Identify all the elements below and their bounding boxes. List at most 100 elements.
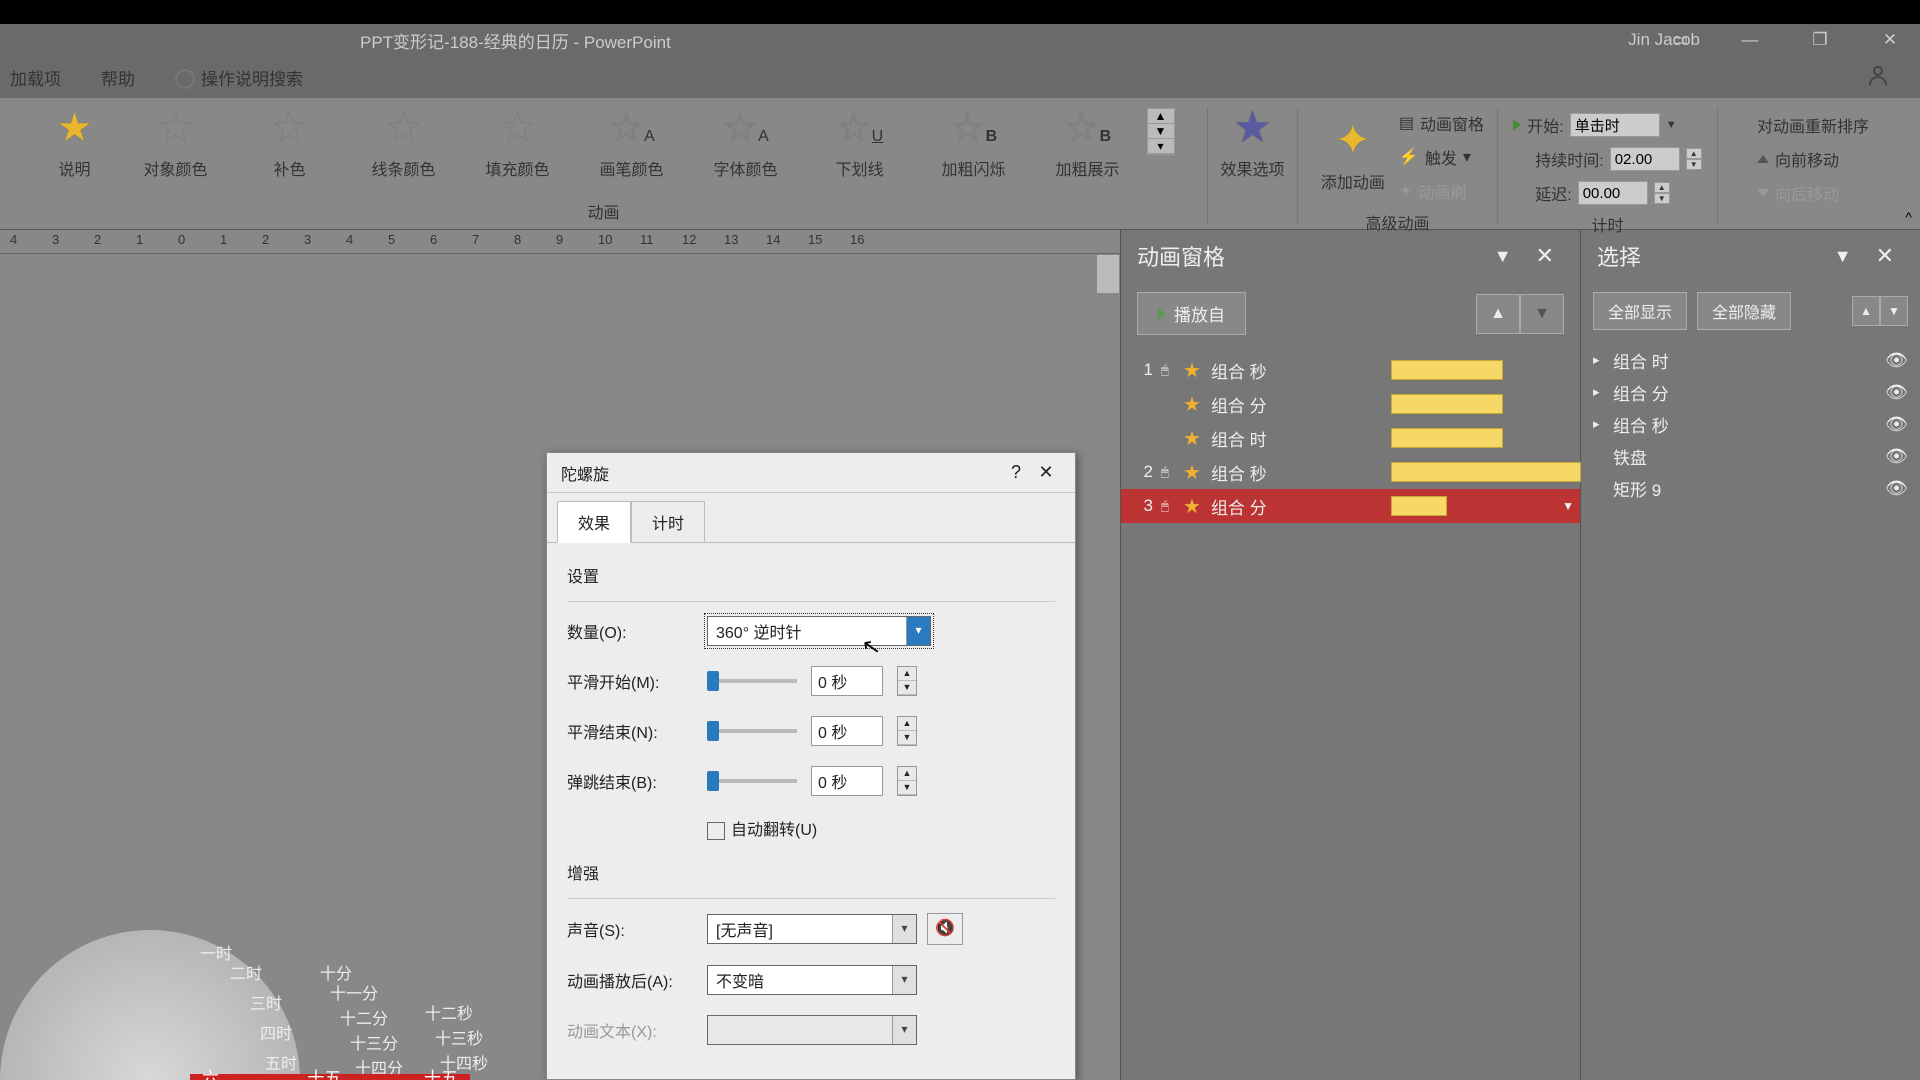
tab-addins[interactable]: 加载项 <box>0 59 71 96</box>
animation-item[interactable]: ★组合 时 <box>1121 421 1580 455</box>
pane-options-dropdown[interactable]: ▼ <box>1480 240 1526 273</box>
amount-combobox[interactable]: 360° 逆时针 ▾ <box>707 616 931 646</box>
dialog-help-button[interactable]: ? <box>1001 462 1031 483</box>
animation-item[interactable]: ★组合 分 <box>1121 387 1580 421</box>
visibility-toggle-icon[interactable]: 👁 <box>1885 350 1908 371</box>
gallery-down[interactable]: ▼ <box>1148 124 1174 139</box>
selection-pane: 选择 ▼ ✕ 全部显示 全部隐藏 ▲ ▼ ▸组合 时👁▸组合 分👁▸组合 秒👁铁… <box>1580 230 1920 1080</box>
minimize-button[interactable]: — <box>1730 30 1770 50</box>
amount-dropdown-button[interactable]: ▾ <box>906 617 930 645</box>
amount-label: 数量(O): <box>567 619 707 643</box>
smooth-end-label: 平滑结束(N): <box>567 719 707 743</box>
tab-effect[interactable]: 效果 <box>557 501 631 543</box>
animation-pane-button[interactable]: ▤ 动画窗格 <box>1399 108 1484 138</box>
bounce-end-up[interactable]: ▲ <box>898 767 916 781</box>
sound-combobox[interactable]: [无声音] ▾ <box>707 914 917 944</box>
visibility-toggle-icon[interactable]: 👁 <box>1885 446 1908 467</box>
anim-bold-reveal[interactable]: ☆B加粗展示 <box>1033 108 1143 180</box>
sel-move-up[interactable]: ▲ <box>1852 296 1880 326</box>
anim-object-color[interactable]: ★对象颜色 <box>121 108 231 180</box>
selection-item[interactable]: ▸组合 秒👁 <box>1593 408 1908 440</box>
animation-item[interactable]: 2🖱★组合 秒 <box>1121 455 1580 489</box>
play-from-button[interactable]: 播放自 <box>1137 292 1246 335</box>
add-animation-button[interactable]: ✦添加动画 <box>1311 121 1395 193</box>
smooth-end-value[interactable]: 0 秒 <box>811 716 883 746</box>
delay-up[interactable]: ▲ <box>1654 182 1670 193</box>
smooth-end-slider[interactable] <box>707 729 797 733</box>
anim-line-color[interactable]: ★线条颜色 <box>349 108 459 180</box>
anim-move-down[interactable]: ▼ <box>1520 294 1564 334</box>
settings-header: 设置 <box>567 563 1055 587</box>
gallery-more[interactable]: ▾ <box>1148 139 1174 154</box>
anim-transparency[interactable]: ★说明 <box>33 108 117 180</box>
vertical-scrollbar[interactable] <box>1096 254 1120 294</box>
tab-timing[interactable]: 计时 <box>631 501 705 543</box>
animation-item[interactable]: 1🖱★组合 秒 <box>1121 353 1580 387</box>
selection-item[interactable]: 矩形 9👁 <box>1593 472 1908 504</box>
smooth-start-slider[interactable] <box>707 679 797 683</box>
smooth-end-up[interactable]: ▲ <box>898 717 916 731</box>
clock-dial-shape[interactable]: 一时 二时 三时 四时 五时 七时 八时 十分 十一分 十二分 十三分 十四分 … <box>0 650 620 1080</box>
anim-fill-color[interactable]: ★填充颜色 <box>463 108 573 180</box>
clock-highlight-bar: 六时···· 十五分···· 十五秒 <box>190 1074 470 1080</box>
anim-font-color[interactable]: ☆A字体颜色 <box>691 108 801 180</box>
delay-input[interactable] <box>1578 181 1648 205</box>
close-window-button[interactable]: ✕ <box>1870 30 1910 50</box>
smooth-start-down[interactable]: ▼ <box>898 681 916 695</box>
smooth-start-up[interactable]: ▲ <box>898 667 916 681</box>
visibility-toggle-icon[interactable]: 👁 <box>1885 478 1908 499</box>
tab-help[interactable]: 帮助 <box>91 59 145 96</box>
anim-brush-color[interactable]: ☆A画笔颜色 <box>577 108 687 180</box>
clock-icon <box>1513 185 1529 201</box>
hide-all-button[interactable]: 全部隐藏 <box>1697 292 1791 330</box>
gallery-up[interactable]: ▲ <box>1148 109 1174 124</box>
bounce-end-value[interactable]: 0 秒 <box>811 766 883 796</box>
bounce-end-slider[interactable] <box>707 779 797 783</box>
ribbon-tabs: 加载项 帮助 操作说明搜索 <box>0 56 1920 98</box>
selection-item[interactable]: ▸组合 分👁 <box>1593 376 1908 408</box>
collapse-ribbon-button[interactable]: ^ <box>1905 209 1912 225</box>
duration-down[interactable]: ▼ <box>1686 159 1702 170</box>
animation-painter-button[interactable]: ✦ 动画刷 <box>1399 176 1484 206</box>
sound-dropdown-button[interactable]: ▾ <box>892 915 916 943</box>
smooth-start-value[interactable]: 0 秒 <box>811 666 883 696</box>
move-later-button[interactable]: 向后移动 <box>1757 178 1869 208</box>
close-animation-pane[interactable]: ✕ <box>1526 237 1564 275</box>
smooth-end-down[interactable]: ▼ <box>898 731 916 745</box>
show-all-button[interactable]: 全部显示 <box>1593 292 1687 330</box>
selpane-options-dropdown[interactable]: ▼ <box>1820 240 1866 273</box>
duration-label: 持续时间: <box>1535 147 1603 171</box>
share-icon[interactable] <box>1866 63 1890 92</box>
maximize-button[interactable]: ❐ <box>1800 30 1840 50</box>
anim-complement[interactable]: ★补色 <box>235 108 345 180</box>
duration-input[interactable] <box>1610 147 1680 171</box>
start-dropdown[interactable] <box>1570 113 1660 137</box>
anim-underline[interactable]: ☆U下划线 <box>805 108 915 180</box>
delay-label: 延迟: <box>1535 181 1571 205</box>
after-anim-dropdown-button[interactable]: ▾ <box>892 966 916 994</box>
sound-volume-button[interactable]: 🔇 <box>927 913 963 945</box>
move-earlier-button[interactable]: 向前移动 <box>1757 144 1869 174</box>
duration-up[interactable]: ▲ <box>1686 148 1702 159</box>
delay-down[interactable]: ▼ <box>1654 193 1670 204</box>
sel-move-down[interactable]: ▼ <box>1880 296 1908 326</box>
visibility-toggle-icon[interactable]: 👁 <box>1885 414 1908 435</box>
account-icon[interactable]: ▭ <box>1660 30 1700 50</box>
visibility-toggle-icon[interactable]: 👁 <box>1885 382 1908 403</box>
selection-item[interactable]: 铁盘👁 <box>1593 440 1908 472</box>
trigger-button[interactable]: ⚡ 触发 ▾ <box>1399 142 1484 172</box>
selection-item[interactable]: ▸组合 时👁 <box>1593 344 1908 376</box>
anim-text-combobox: ▾ <box>707 1015 917 1045</box>
dialog-close-button[interactable]: ✕ <box>1031 462 1061 483</box>
auto-reverse-checkbox[interactable]: 自动翻转(U) <box>707 816 817 840</box>
animation-pane-title: 动画窗格 <box>1137 240 1225 272</box>
animation-item[interactable]: 3🖱★组合 分▼ <box>1121 489 1580 523</box>
tab-tellme[interactable]: 操作说明搜索 <box>165 59 313 96</box>
after-anim-combobox[interactable]: 不变暗 ▾ <box>707 965 917 995</box>
bounce-end-down[interactable]: ▼ <box>898 781 916 795</box>
effect-options-button[interactable]: ★效果选项 <box>1211 108 1295 180</box>
horizontal-ruler: 4321012345678910111213141516 <box>0 230 1120 254</box>
close-selection-pane[interactable]: ✕ <box>1866 237 1904 275</box>
anim-move-up[interactable]: ▲ <box>1476 294 1520 334</box>
anim-bold-flash[interactable]: ☆B加粗闪烁 <box>919 108 1029 180</box>
